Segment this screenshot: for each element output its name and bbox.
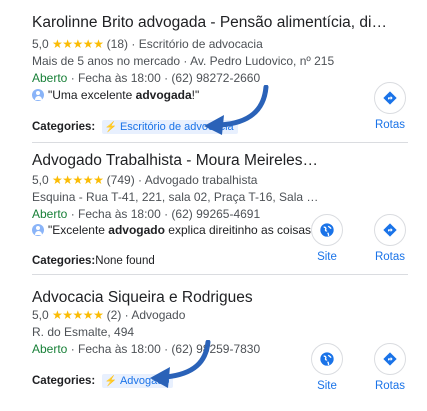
bolt-icon: ⚡	[104, 376, 117, 387]
open-status: Aberto	[32, 207, 68, 221]
review-snippet: "Excelente advogado explica direitinho a…	[32, 223, 315, 237]
business-type: Advogado	[131, 308, 186, 322]
directions-button[interactable]: Rotas	[365, 343, 415, 392]
categories-value: None found	[95, 255, 155, 267]
rating-value: 5,0	[32, 37, 49, 51]
star-rating: ★★★★★	[52, 308, 104, 322]
review-count[interactable]: (749)	[107, 173, 135, 187]
hours-phone: · Fecha às 18:00 · (62) 98272-2660	[70, 71, 261, 85]
listing-title[interactable]: Advocacia Siqueira e Rodrigues	[32, 289, 253, 307]
user-icon	[32, 224, 44, 236]
directions-icon[interactable]	[374, 343, 406, 375]
directions-label[interactable]: Rotas	[365, 380, 415, 392]
review-text-end: !"	[191, 88, 200, 102]
rating-value: 5,0	[32, 173, 49, 187]
categories-label: Categories:	[32, 255, 96, 267]
bolt-icon: ⚡	[104, 122, 117, 133]
divider	[32, 274, 408, 275]
directions-label[interactable]: Rotas	[365, 119, 415, 131]
website-label[interactable]: Site	[302, 380, 352, 392]
directions-icon[interactable]	[374, 214, 406, 246]
review-snippet: "Uma excelente advogada!"	[32, 88, 199, 102]
website-label[interactable]: Site	[302, 251, 352, 263]
directions-button[interactable]: Rotas	[365, 82, 415, 131]
review-highlight: advogada	[135, 88, 192, 102]
open-status: Aberto	[32, 71, 68, 85]
website-button[interactable]: Site	[302, 214, 352, 263]
star-rating: ★★★★★	[52, 37, 104, 51]
listing-title[interactable]: Karolinne Brito advogada - Pensão alimen…	[32, 14, 387, 32]
business-type: Advogado trabalhista	[144, 173, 258, 187]
hours-line: Aberto · Fecha às 18:00 · (62) 98272-266…	[32, 71, 260, 85]
review-text: "Excelente	[48, 223, 109, 237]
annotation-arrow	[204, 85, 269, 135]
review-count[interactable]: (2)	[107, 308, 122, 322]
directions-label[interactable]: Rotas	[365, 251, 415, 263]
listing-title[interactable]: Advogado Trabalhista - Moura Meireles…	[32, 152, 318, 170]
review-highlight: advogado	[108, 223, 165, 237]
review-text-end: explica direitinho as coisas"	[164, 223, 316, 237]
divider	[32, 142, 408, 143]
directions-icon[interactable]	[374, 82, 406, 114]
info-line: Mais de 5 anos no mercado · Av. Pedro Lu…	[32, 54, 335, 68]
hours-line: Aberto · Fecha às 18:00 · (62) 99265-469…	[32, 207, 260, 221]
business-type: Escritório de advocacia	[138, 37, 263, 51]
globe-icon[interactable]	[311, 214, 343, 246]
annotation-arrow	[150, 340, 211, 388]
hours-phone: · Fecha às 18:00 · (62) 99265-4691	[70, 207, 261, 221]
globe-icon[interactable]	[311, 343, 343, 375]
star-rating: ★★★★★	[52, 173, 104, 187]
open-status: Aberto	[32, 342, 68, 356]
rating-line: 5,0 ★★★★★ (2) · Advogado	[32, 308, 186, 322]
info-line: R. do Esmalte, 494	[32, 325, 135, 339]
rating-line: 5,0 ★★★★★ (749) · Advogado trabalhista	[32, 173, 258, 187]
categories-label: Categories:	[32, 121, 96, 133]
categories-label: Categories:	[32, 375, 96, 387]
directions-button[interactable]: Rotas	[365, 214, 415, 263]
review-count[interactable]: (18)	[107, 37, 128, 51]
info-line: Esquina - Rua T-41, 221, sala 02, Praça …	[32, 190, 319, 204]
review-text: "Uma excelente	[48, 88, 136, 102]
rating-value: 5,0	[32, 308, 49, 322]
rating-line: 5,0 ★★★★★ (18) · Escritório de advocacia	[32, 37, 263, 51]
categories-row: Categories:None found	[32, 255, 155, 267]
user-icon	[32, 89, 44, 101]
website-button[interactable]: Site	[302, 343, 352, 392]
